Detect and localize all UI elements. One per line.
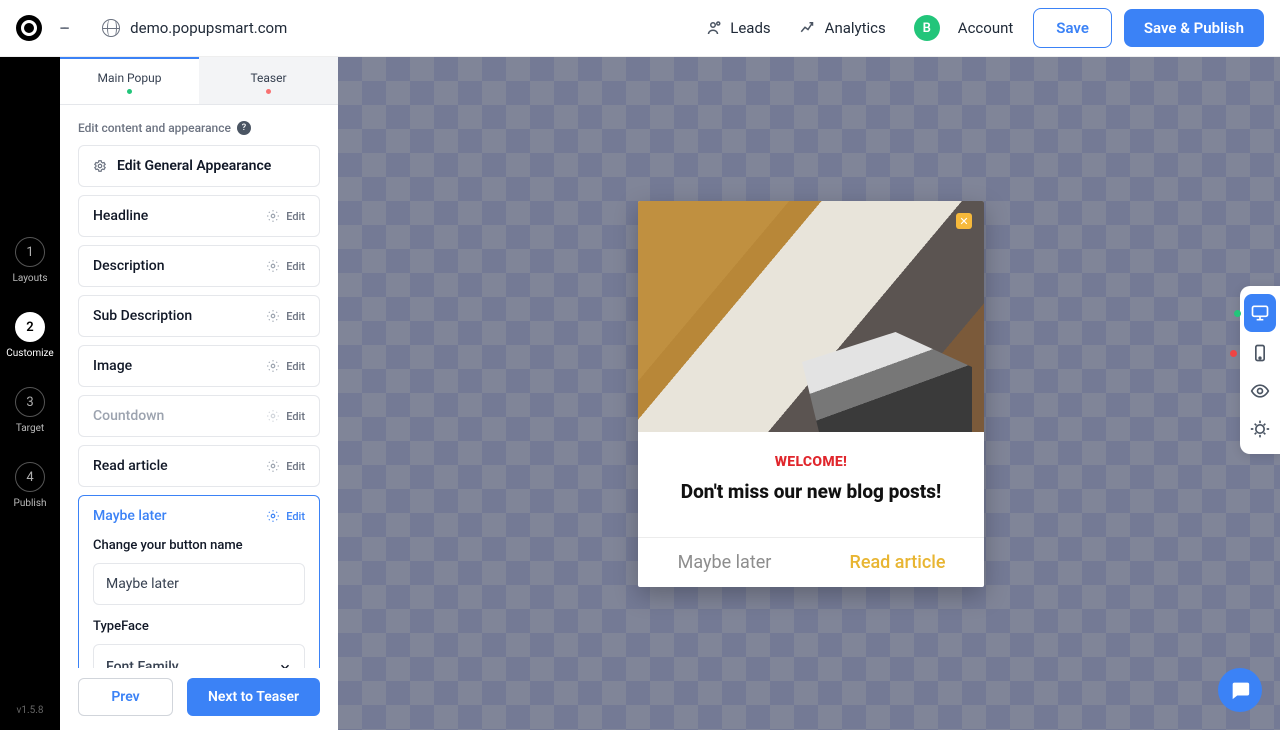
status-dot-red <box>1230 350 1237 357</box>
section-read-article-label: Read article <box>93 458 168 474</box>
section-general-appearance[interactable]: Edit General Appearance <box>78 145 320 187</box>
popup-welcome: WELCOME! <box>654 454 968 470</box>
preview-canvas[interactable]: ✕ WELCOME! Don't miss our new blog posts… <box>338 57 1280 730</box>
status-dot-red <box>266 89 271 94</box>
gear-icon <box>266 259 280 273</box>
step-num-2: 2 <box>15 312 45 342</box>
font-family-select[interactable]: Font Family <box>93 644 305 668</box>
popup-close-button[interactable]: ✕ <box>956 213 972 229</box>
edit-label: Edit <box>286 510 305 523</box>
save-publish-button[interactable]: Save & Publish <box>1124 9 1264 47</box>
globe-icon <box>102 19 120 37</box>
prev-button[interactable]: Prev <box>78 678 173 716</box>
step-num-3: 3 <box>15 387 45 417</box>
nav-leads[interactable]: Leads <box>704 19 770 37</box>
section-general-label: Edit General Appearance <box>117 158 271 174</box>
font-family-value: Font Family <box>106 659 179 668</box>
section-description[interactable]: Description Edit <box>78 245 320 287</box>
mobile-icon <box>1250 343 1270 363</box>
leads-icon <box>704 19 722 37</box>
app-logo[interactable] <box>16 15 42 41</box>
step-publish[interactable]: 4 Publish <box>14 462 47 509</box>
device-desktop[interactable] <box>1244 294 1276 332</box>
gear-icon <box>266 459 280 473</box>
bug-icon <box>1250 419 1270 439</box>
section-maybe-later-label: Maybe later <box>93 508 167 524</box>
status-dot-green <box>1234 310 1241 317</box>
edit-label: Edit <box>286 460 305 473</box>
tab-teaser[interactable]: Teaser <box>199 57 338 104</box>
nav-analytics-label: Analytics <box>825 19 886 37</box>
section-headline[interactable]: Headline Edit <box>78 195 320 237</box>
section-sub-description-label: Sub Description <box>93 308 192 324</box>
edit-label: Edit <box>286 410 305 423</box>
back-button[interactable]: -- <box>60 16 66 41</box>
app-version: v1.5.8 <box>17 705 44 716</box>
step-target[interactable]: 3 Target <box>15 387 45 434</box>
step-num-4: 4 <box>15 462 45 492</box>
section-maybe-later: Maybe later Edit Change your button name… <box>78 495 320 668</box>
section-maybe-later-edit[interactable]: Edit <box>266 509 305 523</box>
nav-leads-label: Leads <box>730 19 770 37</box>
panel-hint: Edit content and appearance <box>78 121 231 135</box>
step-layouts[interactable]: 1 Layouts <box>12 237 47 284</box>
gear-icon <box>266 209 280 223</box>
edit-label: Edit <box>286 310 305 323</box>
section-read-article[interactable]: Read article Edit <box>78 445 320 487</box>
chevron-down-icon <box>278 660 292 668</box>
debug-toggle[interactable] <box>1240 410 1280 448</box>
tab-main-popup-label: Main Popup <box>98 71 162 85</box>
edit-label: Edit <box>286 360 305 373</box>
step-customize[interactable]: 2 Customize <box>6 312 53 359</box>
help-icon[interactable]: ? <box>237 121 251 135</box>
gear-icon <box>266 309 280 323</box>
section-headline-label: Headline <box>93 208 148 224</box>
step-customize-label: Customize <box>6 348 53 359</box>
tab-main-popup[interactable]: Main Popup <box>60 57 199 104</box>
change-button-name-label: Change your button name <box>93 538 305 553</box>
section-image[interactable]: Image Edit <box>78 345 320 387</box>
gear-icon <box>266 509 280 523</box>
gear-icon <box>266 409 280 423</box>
chat-icon <box>1229 679 1251 701</box>
preview-toggle[interactable] <box>1240 372 1280 410</box>
next-button[interactable]: Next to Teaser <box>187 678 320 716</box>
popup-maybe-later-button[interactable]: Maybe later <box>638 538 811 587</box>
site-url: demo.popupsmart.com <box>130 19 287 37</box>
section-sub-description[interactable]: Sub Description Edit <box>78 295 320 337</box>
nav-account-label: Account <box>958 19 1014 37</box>
tab-teaser-label: Teaser <box>250 71 286 85</box>
save-button[interactable]: Save <box>1033 8 1112 48</box>
chat-launcher[interactable] <box>1218 668 1262 712</box>
nav-analytics[interactable]: Analytics <box>799 19 886 37</box>
edit-label: Edit <box>286 260 305 273</box>
edit-label: Edit <box>286 210 305 223</box>
popup-image: ✕ <box>638 201 984 432</box>
step-layouts-label: Layouts <box>12 273 47 284</box>
desktop-icon <box>1250 303 1270 323</box>
status-dot-green <box>127 89 132 94</box>
eye-icon <box>1250 381 1270 401</box>
section-countdown[interactable]: Countdown Edit <box>78 395 320 437</box>
typeface-label: TypeFace <box>93 619 305 634</box>
device-mobile[interactable] <box>1240 334 1280 372</box>
step-publish-label: Publish <box>14 498 47 509</box>
gear-icon <box>266 359 280 373</box>
popup-preview[interactable]: ✕ WELCOME! Don't miss our new blog posts… <box>638 201 984 587</box>
section-countdown-label: Countdown <box>93 408 164 424</box>
step-num-1: 1 <box>15 237 45 267</box>
section-description-label: Description <box>93 258 165 274</box>
popup-read-article-button[interactable]: Read article <box>811 538 984 587</box>
step-target-label: Target <box>15 423 45 434</box>
button-name-input[interactable] <box>93 563 305 605</box>
avatar: B <box>914 15 940 41</box>
nav-account[interactable]: B Account <box>914 15 1014 41</box>
analytics-icon <box>799 19 817 37</box>
popup-headline: Don't miss our new blog posts! <box>654 480 968 503</box>
section-image-label: Image <box>93 358 132 374</box>
gear-icon <box>93 159 107 173</box>
